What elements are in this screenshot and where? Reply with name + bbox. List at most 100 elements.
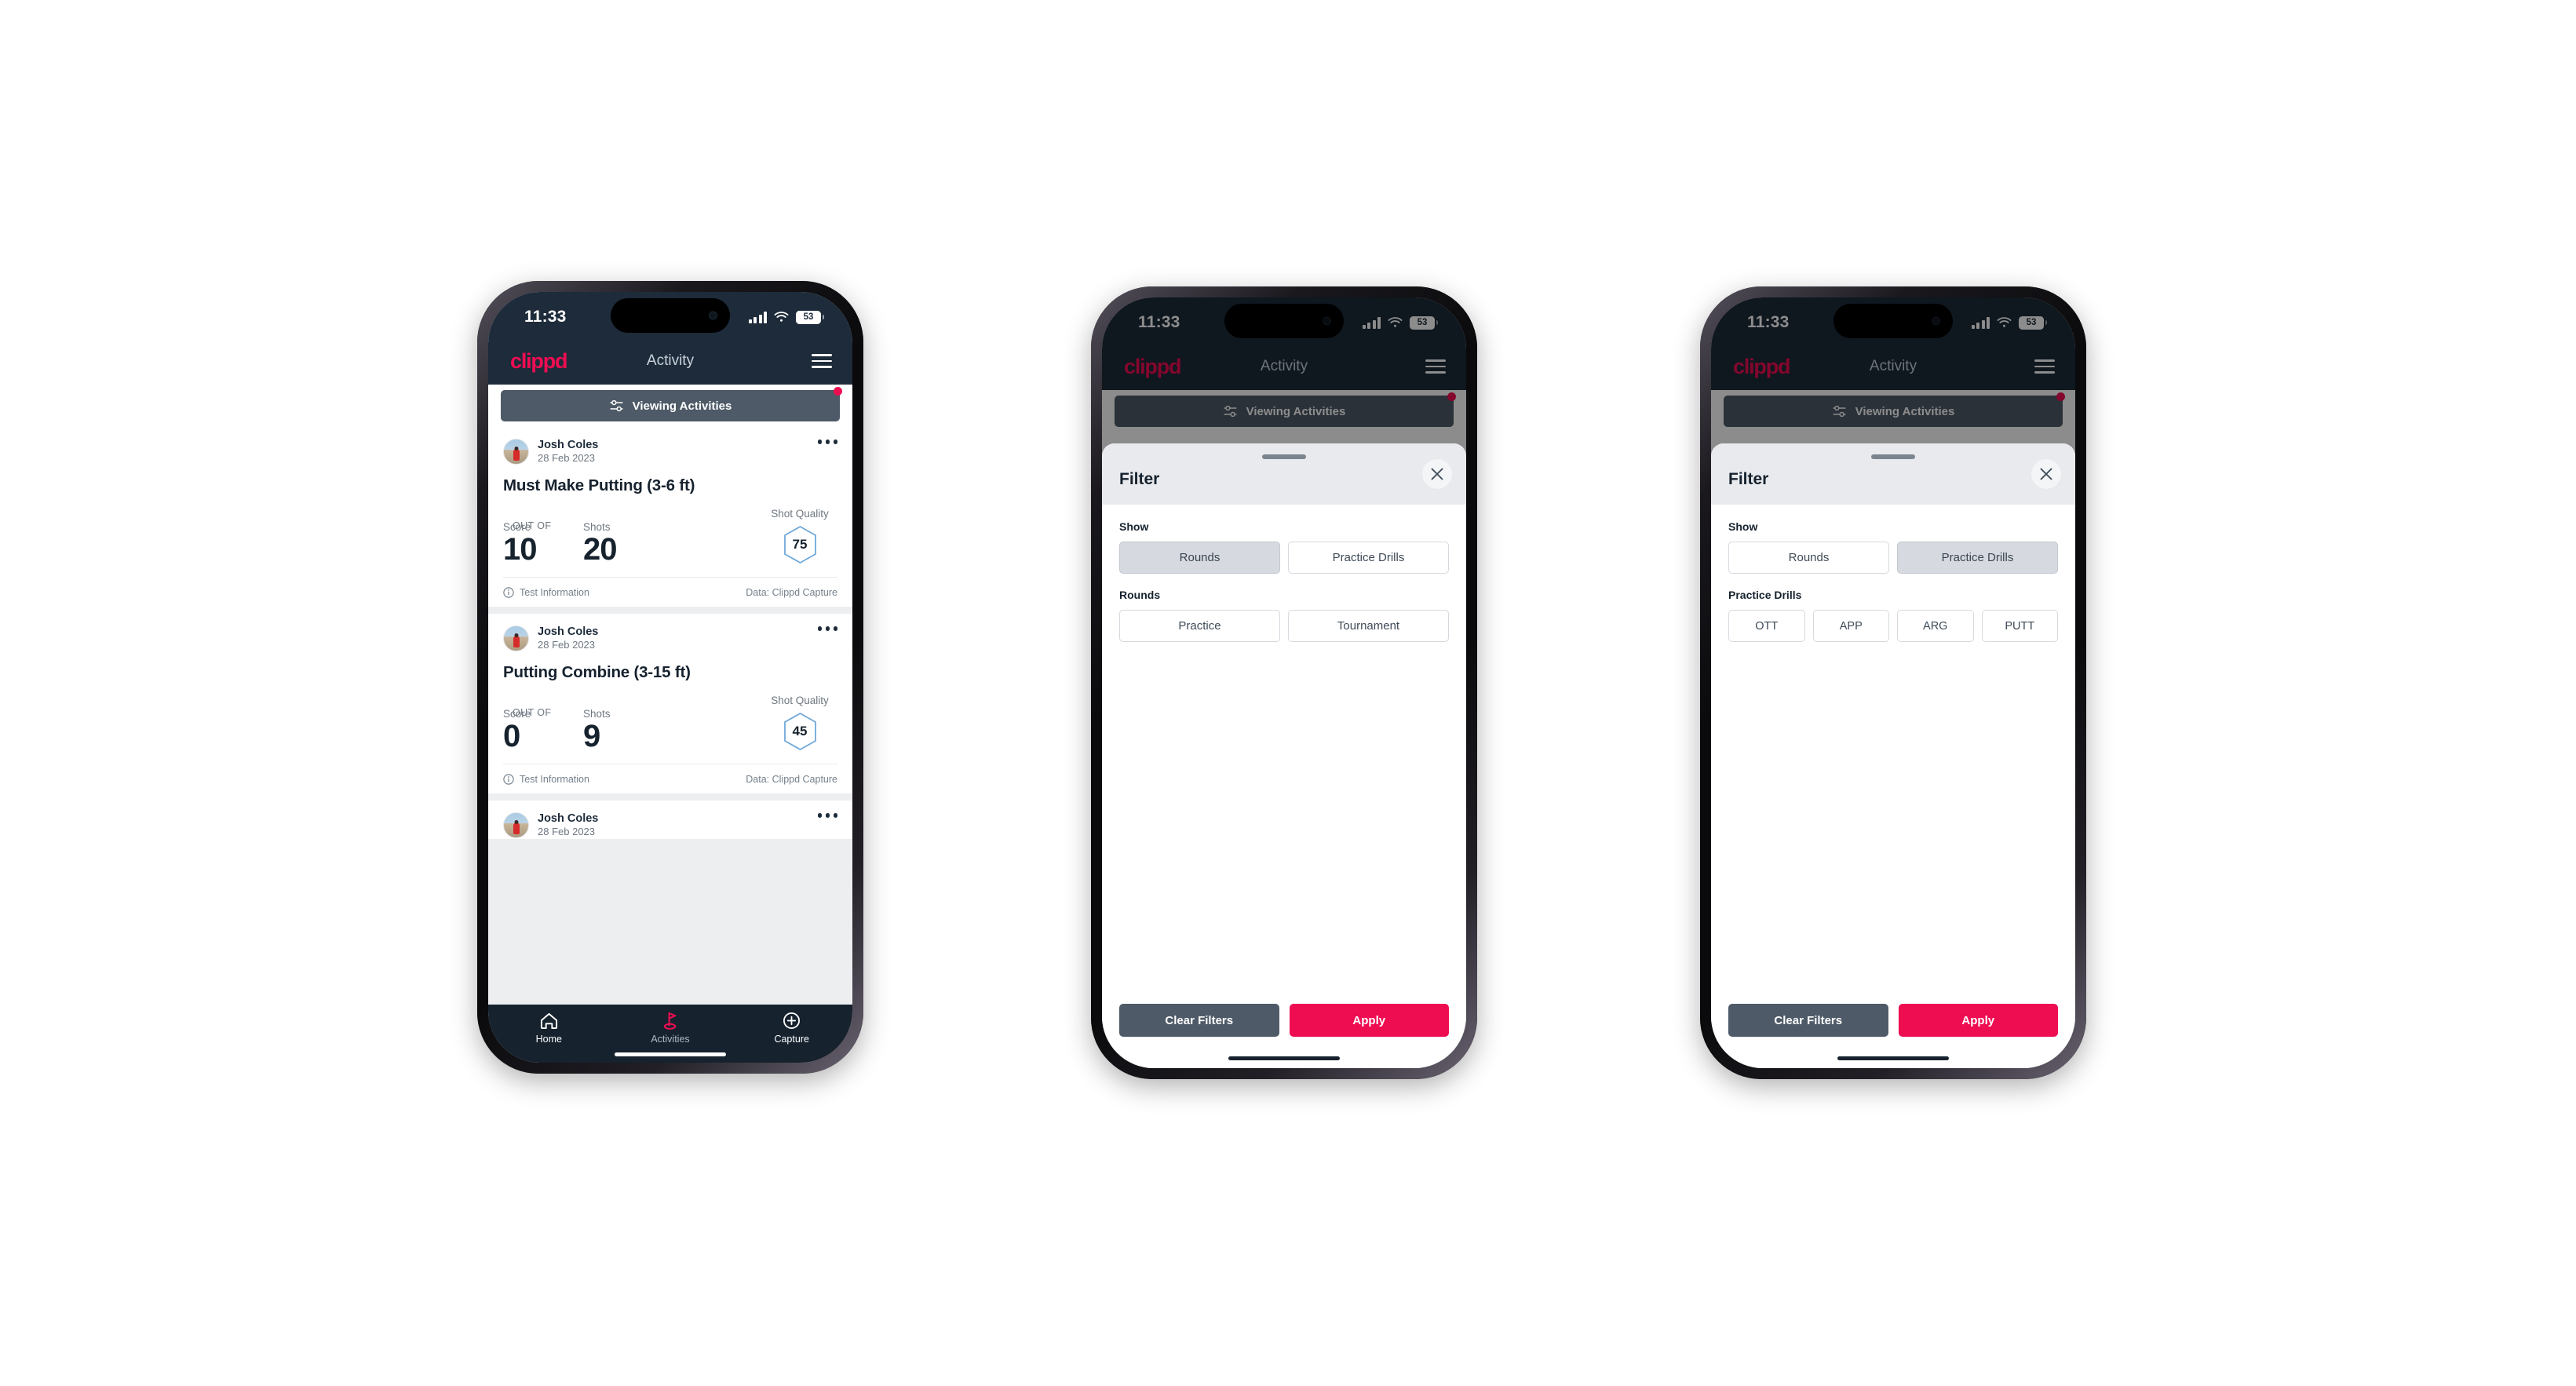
card-header: Josh Coles 28 Feb 2023: [503, 427, 837, 465]
activity-stats: Score 10 OUT OF Shots 20 Shot Quality 75: [503, 495, 837, 577]
viewing-activities-button[interactable]: Viewing Activities: [501, 387, 842, 421]
page-title: Activity: [646, 352, 695, 369]
shots-label: Shots: [583, 708, 611, 720]
rounds-option-tournament[interactable]: Tournament: [1288, 610, 1449, 642]
filter-sheet-header: Filter: [1102, 443, 1466, 505]
clear-filters-button[interactable]: Clear Filters: [1728, 1004, 1888, 1037]
score-value: 0: [503, 719, 520, 754]
filter-sheet-header: Filter: [1711, 443, 2075, 505]
golf-flag-icon: [663, 1012, 676, 1030]
activity-date: 28 Feb 2023: [538, 639, 596, 651]
info-icon: [503, 773, 514, 785]
card-footer: Test Information Data: Clippd Capture: [503, 764, 837, 793]
filter-sheet: Filter Show Rounds Practice Drills Pract…: [1711, 443, 2075, 1068]
practice-drills-options-group: OTT APP ARG PUTT: [1728, 610, 2058, 642]
shots-value: 9: [583, 719, 600, 754]
nav-label-home: Home: [535, 1034, 562, 1045]
filter-sheet: Filter Show Rounds Practice Drills Round…: [1102, 443, 1466, 1068]
cellular-signal-icon: [748, 311, 767, 323]
avatar: [503, 626, 529, 652]
shot-quality-stat: Shot Quality 75: [762, 508, 837, 564]
avatar: [503, 812, 529, 839]
drill-option-arg[interactable]: ARG: [1897, 610, 1974, 642]
sheet-drag-handle[interactable]: [1871, 454, 1915, 459]
shot-quality-label: Shot Quality: [771, 695, 829, 707]
test-information-label[interactable]: Test Information: [520, 587, 589, 598]
status-bar: 11:33 53: [488, 292, 852, 337]
front-camera-icon: [709, 311, 717, 320]
shots-stat: OUT OF Shots 20: [513, 520, 762, 565]
activity-feed[interactable]: Josh Coles 28 Feb 2023 Must Make Putting…: [488, 427, 852, 1005]
show-option-rounds[interactable]: Rounds: [1728, 542, 1889, 574]
card-more-options-icon[interactable]: [817, 813, 837, 818]
home-indicator: [1228, 1056, 1340, 1060]
viewing-activities-label: Viewing Activities: [632, 399, 732, 413]
phone-1-screen: 11:33 53 clippd Activity Viewing Activit…: [488, 292, 852, 1063]
plus-circle-icon: [783, 1012, 801, 1029]
activity-card[interactable]: Josh Coles 28 Feb 2023: [488, 801, 852, 840]
app-header: clippd Activity: [488, 337, 852, 385]
drill-option-putt[interactable]: PUTT: [1981, 610, 2058, 642]
show-option-rounds[interactable]: Rounds: [1119, 542, 1280, 574]
clear-filters-button[interactable]: Clear Filters: [1119, 1004, 1279, 1037]
user-name: Josh Coles: [538, 439, 599, 451]
activity-stats: Score 0 OUT OF Shots 9 Shot Quality 45: [503, 682, 837, 764]
home-indicator: [1837, 1056, 1949, 1060]
close-icon: [2040, 468, 2052, 480]
shots-label: Shots: [583, 521, 611, 534]
shot-quality-label: Shot Quality: [771, 508, 829, 520]
activity-card[interactable]: Josh Coles 28 Feb 2023 Putting Combine (…: [488, 614, 852, 794]
filter-active-badge: [834, 387, 842, 396]
activity-title: Putting Combine (3-15 ft): [503, 663, 691, 682]
user-name: Josh Coles: [538, 812, 599, 826]
nav-item-activities[interactable]: Activities: [610, 1012, 732, 1045]
menu-icon[interactable]: [812, 354, 832, 368]
card-header: Josh Coles 28 Feb 2023: [503, 801, 837, 839]
nav-item-capture[interactable]: Capture: [731, 1012, 852, 1045]
card-divider: [488, 793, 852, 801]
home-indicator: [615, 1052, 726, 1056]
wifi-icon: [774, 311, 789, 322]
close-button[interactable]: [1422, 459, 1452, 489]
test-information-label[interactable]: Test Information: [520, 774, 589, 785]
phone-3-screen: 11:33 53 clippd Activity Viewing Activit…: [1711, 297, 2075, 1068]
drill-option-ott[interactable]: OTT: [1728, 610, 1805, 642]
show-options-group: Rounds Practice Drills: [1119, 542, 1449, 574]
avatar: [503, 439, 529, 465]
show-option-practice-drills[interactable]: Practice Drills: [1288, 542, 1449, 574]
activity-card[interactable]: Josh Coles 28 Feb 2023 Must Make Putting…: [488, 427, 852, 607]
filter-sheet-title: Filter: [1119, 470, 1160, 488]
data-source-label: Data: Clippd Capture: [746, 773, 837, 785]
show-group-label: Show: [1119, 520, 1149, 533]
phone-3-filter-practice-drills: 11:33 53 clippd Activity Viewing Activit…: [1700, 286, 2086, 1079]
out-of-label: OUT OF: [513, 707, 552, 719]
show-options-group: Rounds Practice Drills: [1728, 542, 2058, 574]
show-option-practice-drills[interactable]: Practice Drills: [1897, 542, 2058, 574]
card-footer: Test Information Data: Clippd Capture: [503, 577, 837, 607]
rounds-options-group: Practice Tournament: [1119, 610, 1449, 642]
phone-2-screen: 11:33 53 clippd Activity Viewing Activit…: [1102, 297, 1466, 1068]
card-user-block: Josh Coles 28 Feb 2023: [538, 625, 598, 652]
apply-button[interactable]: Apply: [1898, 1004, 2058, 1037]
status-bar-time: 11:33: [524, 308, 567, 326]
apply-button[interactable]: Apply: [1289, 1004, 1449, 1037]
close-button[interactable]: [2031, 459, 2061, 489]
card-more-options-icon[interactable]: [817, 626, 837, 631]
drill-option-app[interactable]: APP: [1812, 610, 1889, 642]
nav-item-home[interactable]: Home: [488, 1012, 610, 1045]
card-more-options-icon[interactable]: [817, 440, 837, 444]
out-of-label: OUT OF: [513, 520, 552, 532]
status-bar-indicators: 53: [748, 310, 821, 324]
sheet-drag-handle[interactable]: [1262, 454, 1306, 459]
home-icon: [540, 1012, 557, 1030]
filter-bar-row: Viewing Activities: [488, 385, 852, 427]
nav-label-capture: Capture: [774, 1034, 809, 1045]
rounds-option-practice[interactable]: Practice: [1119, 610, 1280, 642]
phone-1-activity-feed: 11:33 53 clippd Activity Viewing Activit…: [477, 281, 863, 1074]
card-header: Josh Coles 28 Feb 2023: [503, 614, 837, 652]
card-user-block: Josh Coles 28 Feb 2023: [538, 812, 598, 839]
user-name: Josh Coles: [538, 626, 599, 639]
nav-label-activities: Activities: [651, 1034, 690, 1045]
shots-value: 20: [583, 532, 617, 567]
info-icon: [503, 586, 514, 598]
